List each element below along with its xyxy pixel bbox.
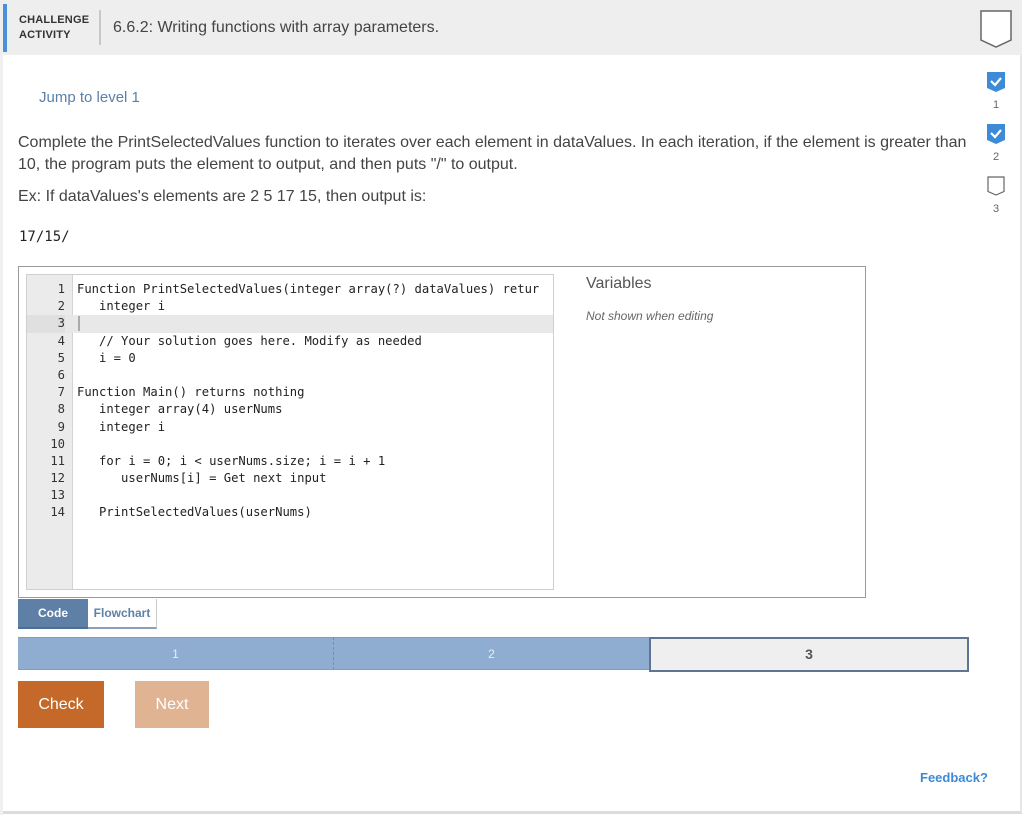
level-2-indicator[interactable]: 2 (986, 124, 1006, 163)
code-text[interactable]: integer i (77, 419, 165, 436)
code-line[interactable]: 13 (27, 487, 553, 504)
level-3-number: 3 (992, 203, 1000, 215)
line-number: 1 (57, 282, 65, 296)
code-line[interactable]: 12 userNums[i] = Get next input (27, 470, 553, 487)
code-line[interactable]: 7 Function Main() returns nothing (27, 384, 553, 401)
bookmark-icon[interactable] (979, 9, 1013, 54)
code-line[interactable]: 9 integer i (27, 419, 553, 436)
empty-badge-icon (987, 176, 1005, 196)
line-number: 14 (50, 505, 65, 520)
instructions-text: Complete the PrintSelectedValues functio… (18, 134, 967, 173)
tab-flowchart[interactable]: Flowchart (88, 599, 157, 629)
code-text[interactable]: Function PrintSelectedValues(integer arr… (77, 281, 539, 298)
code-line[interactable]: 8 integer array(4) userNums (27, 401, 553, 418)
level-progress-bar: 1 2 3 (18, 637, 969, 672)
line-number: 13 (50, 488, 65, 503)
level-3-indicator[interactable]: 3 (986, 176, 1006, 215)
feedback-link[interactable]: Feedback? (920, 770, 988, 785)
line-number: 9 (57, 419, 65, 434)
code-text[interactable]: integer array(4) userNums (77, 401, 282, 418)
variables-panel: Variables Not shown when editing (586, 275, 713, 323)
code-text[interactable]: integer i (77, 298, 165, 315)
code-text[interactable]: userNums[i] = Get next input (77, 470, 326, 487)
activity-type-line2: ACTIVITY (19, 29, 71, 41)
code-line[interactable]: 5 i = 0 (27, 350, 553, 367)
code-line[interactable]: 4 // Your solution goes here. Modify as … (27, 333, 553, 350)
code-text[interactable]: i = 0 (77, 350, 136, 367)
code-line[interactable]: 3 (27, 315, 553, 333)
code-text[interactable]: // Your solution goes here. Modify as ne… (77, 333, 422, 350)
activity-title: 6.6.2: Writing functions with array para… (113, 19, 440, 36)
progress-segment-3[interactable]: 3 (649, 637, 969, 672)
line-number: 12 (50, 471, 65, 486)
code-editor[interactable]: 1 Function PrintSelectedValues(integer ar… (26, 274, 554, 590)
level-1-indicator[interactable]: 1 (986, 72, 1006, 111)
code-workspace: 1 Function PrintSelectedValues(integer ar… (18, 266, 866, 598)
line-number: 8 (57, 402, 65, 417)
header-accent-bar (3, 4, 7, 52)
code-text[interactable]: Function Main() returns nothing (77, 384, 304, 401)
variables-note: Not shown when editing (586, 309, 714, 323)
example-output: 17/15/ (19, 229, 70, 245)
code-line[interactable]: 11 for i = 0; i < userNums.size; i = i +… (27, 453, 553, 470)
check-badge-icon (987, 124, 1005, 144)
level-1-number: 1 (992, 99, 1000, 111)
check-badge-icon (987, 72, 1005, 92)
code-text[interactable]: for i = 0; i < userNums.size; i = i + 1 (77, 453, 385, 470)
line-number: 5 (57, 350, 65, 365)
activity-type-label: CHALLENGE ACTIVITY (19, 13, 89, 43)
activity-header: CHALLENGE ACTIVITY 6.6.2: Writing functi… (0, 0, 1022, 55)
text-cursor (78, 316, 80, 332)
jump-to-level-link[interactable]: Jump to level 1 (39, 89, 140, 106)
line-number: 11 (50, 453, 65, 468)
line-number: 3 (27, 315, 65, 333)
code-text[interactable]: PrintSelectedValues(userNums) (77, 504, 312, 521)
line-number: 7 (57, 385, 65, 400)
line-number: 6 (57, 367, 65, 382)
tab-code[interactable]: Code (18, 599, 88, 629)
progress-segment-2[interactable]: 2 (334, 637, 649, 670)
progress-segment-1[interactable]: 1 (18, 637, 334, 670)
code-line[interactable]: 10 (27, 436, 553, 453)
left-rule (0, 55, 3, 815)
level-2-number: 2 (992, 151, 1000, 163)
line-number: 10 (50, 436, 65, 451)
example-text: Ex: If dataValues's elements are 2 5 17 … (18, 188, 427, 205)
variables-title: Variables (586, 275, 652, 292)
code-line[interactable]: 1 Function PrintSelectedValues(integer ar… (27, 281, 553, 298)
check-button[interactable]: Check (18, 681, 104, 728)
activity-type-line1: CHALLENGE (19, 14, 90, 26)
header-divider (99, 10, 101, 45)
line-number: 4 (57, 333, 65, 348)
code-lines[interactable]: 1 Function PrintSelectedValues(integer ar… (27, 281, 553, 522)
code-line[interactable]: 14 PrintSelectedValues(userNums) (27, 504, 553, 521)
code-line[interactable]: 6 (27, 367, 553, 384)
line-number: 2 (57, 299, 65, 314)
code-line[interactable]: 2 integer i (27, 298, 553, 315)
next-button[interactable]: Next (135, 681, 209, 728)
